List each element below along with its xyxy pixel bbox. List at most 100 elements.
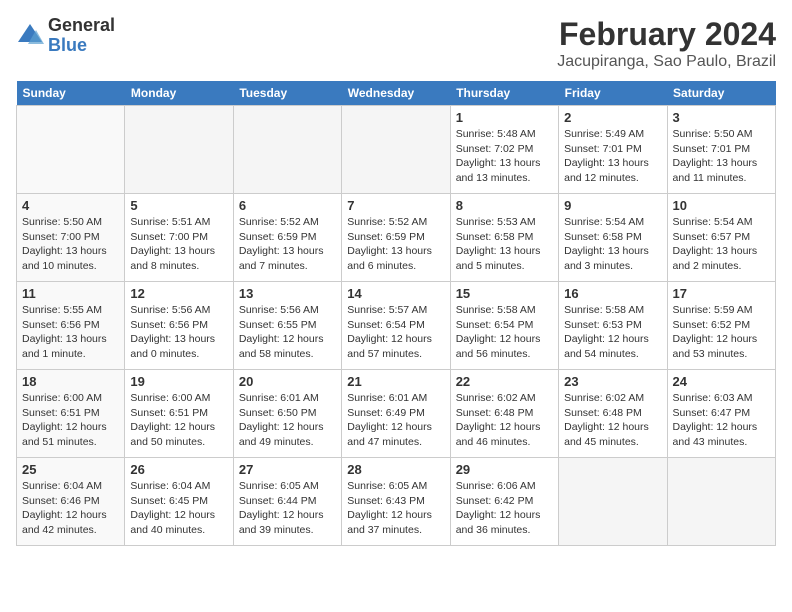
header-thursday: Thursday	[450, 81, 558, 106]
calendar-cell: 9 Sunrise: 5:54 AMSunset: 6:58 PMDaylight…	[559, 194, 667, 282]
calendar-cell: 27Sunrise: 6:05 AMSunset: 6:44 PMDayligh…	[233, 458, 341, 546]
calendar-cell: 24 Sunrise: 6:03 AMSunset: 6:47 PMDayligh…	[667, 370, 775, 458]
day-info: Sunrise: 6:02 AMSunset: 6:48 PMDaylight:…	[564, 391, 661, 450]
calendar-cell: 25Sunrise: 6:04 AMSunset: 6:46 PMDayligh…	[17, 458, 125, 546]
day-number: 11	[22, 286, 119, 301]
header-tuesday: Tuesday	[233, 81, 341, 106]
week-row-1: 1Sunrise: 5:48 AMSunset: 7:02 PMDaylight…	[17, 106, 776, 194]
day-number: 12	[130, 286, 227, 301]
day-info: Sunrise: 6:06 AMSunset: 6:42 PMDaylight:…	[456, 479, 553, 538]
calendar-cell: 29 Sunrise: 6:06 AMSunset: 6:42 PMDayligh…	[450, 458, 558, 546]
day-number: 26	[130, 462, 227, 477]
day-info: Sunrise: 5:53 AMSunset: 6:58 PMDaylight:…	[456, 215, 553, 274]
calendar-cell: 17 Sunrise: 5:59 AMSunset: 6:52 PMDayligh…	[667, 282, 775, 370]
week-row-5: 25Sunrise: 6:04 AMSunset: 6:46 PMDayligh…	[17, 458, 776, 546]
day-info: Sunrise: 5:56 AMSunset: 6:55 PMDaylight:…	[239, 303, 336, 362]
week-row-3: 11 Sunrise: 5:55 AMSunset: 6:56 PMDayligh…	[17, 282, 776, 370]
day-number: 21	[347, 374, 444, 389]
calendar-cell	[125, 106, 233, 194]
header-row: SundayMondayTuesdayWednesdayThursdayFrid…	[17, 81, 776, 106]
day-info: Sunrise: 6:01 AMSunset: 6:49 PMDaylight:…	[347, 391, 444, 450]
calendar-cell	[17, 106, 125, 194]
logo-general: General	[48, 16, 115, 36]
header-saturday: Saturday	[667, 81, 775, 106]
day-number: 28	[347, 462, 444, 477]
calendar-cell: 22Sunrise: 6:02 AMSunset: 6:48 PMDayligh…	[450, 370, 558, 458]
calendar-cell: 13 Sunrise: 5:56 AMSunset: 6:55 PMDayligh…	[233, 282, 341, 370]
header-friday: Friday	[559, 81, 667, 106]
day-info: Sunrise: 6:04 AMSunset: 6:45 PMDaylight:…	[130, 479, 227, 538]
day-info: Sunrise: 5:58 AMSunset: 6:53 PMDaylight:…	[564, 303, 661, 362]
day-number: 8	[456, 198, 553, 213]
calendar-cell: 21 Sunrise: 6:01 AMSunset: 6:49 PMDayligh…	[342, 370, 450, 458]
day-number: 10	[673, 198, 770, 213]
calendar-cell: 12Sunrise: 5:56 AMSunset: 6:56 PMDayligh…	[125, 282, 233, 370]
day-number: 29	[456, 462, 553, 477]
header-sunday: Sunday	[17, 81, 125, 106]
day-info: Sunrise: 5:50 AMSunset: 7:01 PMDaylight:…	[673, 127, 770, 186]
header-monday: Monday	[125, 81, 233, 106]
calendar-cell: 7 Sunrise: 5:52 AMSunset: 6:59 PMDaylight…	[342, 194, 450, 282]
day-number: 20	[239, 374, 336, 389]
week-row-2: 4Sunrise: 5:50 AMSunset: 7:00 PMDaylight…	[17, 194, 776, 282]
day-info: Sunrise: 6:01 AMSunset: 6:50 PMDaylight:…	[239, 391, 336, 450]
day-number: 24	[673, 374, 770, 389]
day-info: Sunrise: 5:52 AMSunset: 6:59 PMDaylight:…	[239, 215, 336, 274]
day-number: 13	[239, 286, 336, 301]
subtitle: Jacupiranga, Sao Paulo, Brazil	[557, 53, 776, 71]
logo-icon	[16, 22, 44, 50]
day-number: 18	[22, 374, 119, 389]
calendar-cell	[233, 106, 341, 194]
day-info: Sunrise: 5:52 AMSunset: 6:59 PMDaylight:…	[347, 215, 444, 274]
day-info: Sunrise: 5:49 AMSunset: 7:01 PMDaylight:…	[564, 127, 661, 186]
calendar-table: SundayMondayTuesdayWednesdayThursdayFrid…	[16, 81, 776, 546]
day-info: Sunrise: 5:59 AMSunset: 6:52 PMDaylight:…	[673, 303, 770, 362]
main-title: February 2024	[557, 16, 776, 53]
day-info: Sunrise: 6:00 AMSunset: 6:51 PMDaylight:…	[22, 391, 119, 450]
calendar-cell: 11 Sunrise: 5:55 AMSunset: 6:56 PMDayligh…	[17, 282, 125, 370]
day-info: Sunrise: 5:58 AMSunset: 6:54 PMDaylight:…	[456, 303, 553, 362]
calendar-cell: 4Sunrise: 5:50 AMSunset: 7:00 PMDaylight…	[17, 194, 125, 282]
day-info: Sunrise: 5:51 AMSunset: 7:00 PMDaylight:…	[130, 215, 227, 274]
day-number: 27	[239, 462, 336, 477]
calendar-cell: 10Sunrise: 5:54 AMSunset: 6:57 PMDayligh…	[667, 194, 775, 282]
day-number: 7	[347, 198, 444, 213]
day-number: 16	[564, 286, 661, 301]
day-info: Sunrise: 5:55 AMSunset: 6:56 PMDaylight:…	[22, 303, 119, 362]
day-info: Sunrise: 6:03 AMSunset: 6:47 PMDaylight:…	[673, 391, 770, 450]
day-number: 23	[564, 374, 661, 389]
calendar-cell: 3 Sunrise: 5:50 AMSunset: 7:01 PMDaylight…	[667, 106, 775, 194]
day-number: 17	[673, 286, 770, 301]
day-number: 2	[564, 110, 661, 125]
calendar-cell: 19Sunrise: 6:00 AMSunset: 6:51 PMDayligh…	[125, 370, 233, 458]
calendar-cell: 8 Sunrise: 5:53 AMSunset: 6:58 PMDaylight…	[450, 194, 558, 282]
calendar-cell: 14Sunrise: 5:57 AMSunset: 6:54 PMDayligh…	[342, 282, 450, 370]
title-area: February 2024 Jacupiranga, Sao Paulo, Br…	[557, 16, 776, 71]
day-number: 6	[239, 198, 336, 213]
logo-blue: Blue	[48, 36, 115, 56]
day-info: Sunrise: 5:54 AMSunset: 6:58 PMDaylight:…	[564, 215, 661, 274]
calendar-cell	[559, 458, 667, 546]
calendar-cell: 1Sunrise: 5:48 AMSunset: 7:02 PMDaylight…	[450, 106, 558, 194]
calendar-cell: 15Sunrise: 5:58 AMSunset: 6:54 PMDayligh…	[450, 282, 558, 370]
calendar-cell: 2 Sunrise: 5:49 AMSunset: 7:01 PMDaylight…	[559, 106, 667, 194]
calendar-cell: 16 Sunrise: 5:58 AMSunset: 6:53 PMDayligh…	[559, 282, 667, 370]
day-number: 1	[456, 110, 553, 125]
page-header: General Blue February 2024 Jacupiranga, …	[16, 16, 776, 71]
calendar-cell	[342, 106, 450, 194]
calendar-cell: 18 Sunrise: 6:00 AMSunset: 6:51 PMDayligh…	[17, 370, 125, 458]
calendar-cell	[667, 458, 775, 546]
week-row-4: 18 Sunrise: 6:00 AMSunset: 6:51 PMDayligh…	[17, 370, 776, 458]
day-number: 9	[564, 198, 661, 213]
day-info: Sunrise: 6:04 AMSunset: 6:46 PMDaylight:…	[22, 479, 119, 538]
logo: General Blue	[16, 16, 115, 56]
day-info: Sunrise: 6:02 AMSunset: 6:48 PMDaylight:…	[456, 391, 553, 450]
day-number: 5	[130, 198, 227, 213]
calendar-cell: 28 Sunrise: 6:05 AMSunset: 6:43 PMDayligh…	[342, 458, 450, 546]
day-number: 19	[130, 374, 227, 389]
calendar-cell: 6 Sunrise: 5:52 AMSunset: 6:59 PMDaylight…	[233, 194, 341, 282]
day-info: Sunrise: 6:05 AMSunset: 6:43 PMDaylight:…	[347, 479, 444, 538]
day-number: 4	[22, 198, 119, 213]
day-number: 3	[673, 110, 770, 125]
calendar-cell: 26 Sunrise: 6:04 AMSunset: 6:45 PMDayligh…	[125, 458, 233, 546]
